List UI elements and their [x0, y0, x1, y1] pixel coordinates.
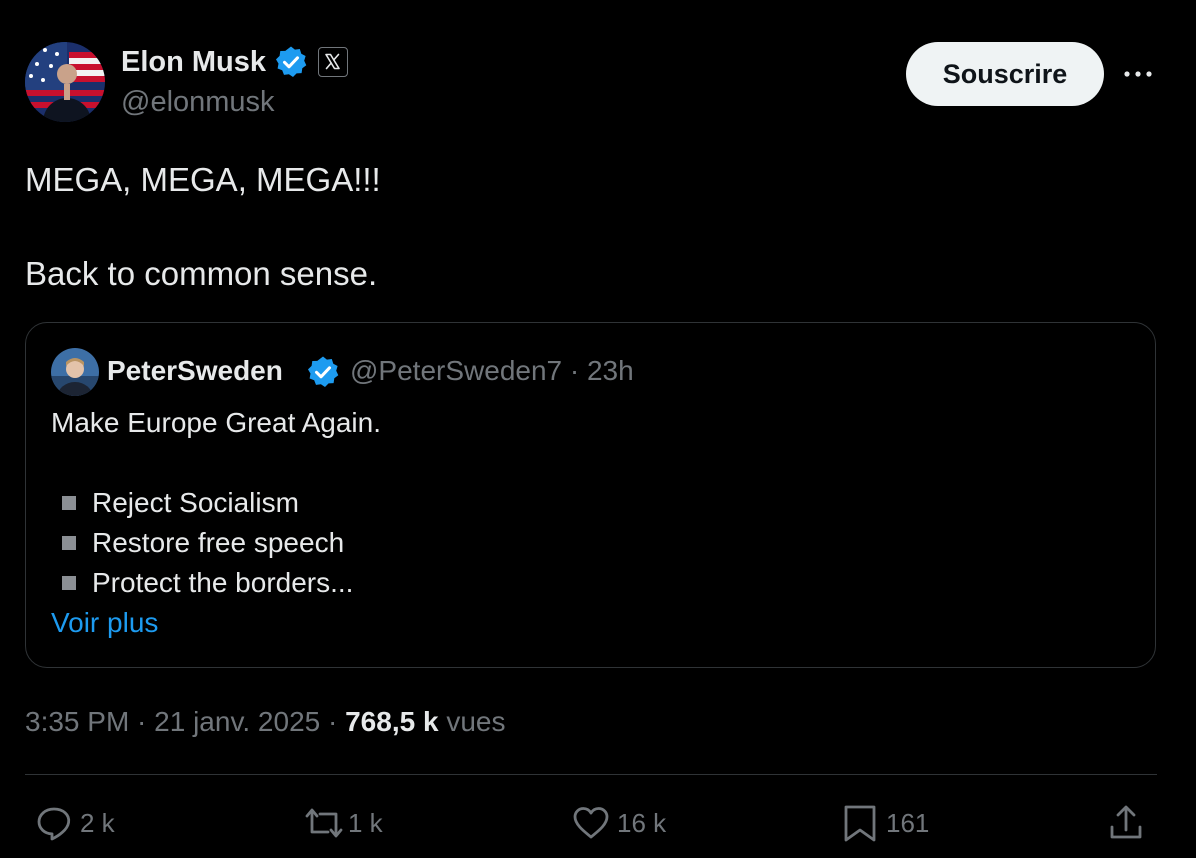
- author-avatar[interactable]: [25, 42, 105, 122]
- quote-text: Make Europe Great Again.: [51, 407, 381, 438]
- like-button[interactable]: 16 k: [571, 800, 666, 846]
- quote-author-name[interactable]: PeterSweden: [107, 354, 283, 388]
- repost-button[interactable]: 1 k: [302, 800, 383, 846]
- x-logo-icon: [318, 47, 348, 77]
- bookmark-icon: [840, 803, 880, 843]
- share-icon: [1106, 803, 1146, 843]
- verified-badge-icon[interactable]: [274, 45, 308, 79]
- quote-handle-time[interactable]: @PeterSweden7 · 23h: [350, 354, 634, 388]
- see-more-link[interactable]: Voir plus: [51, 605, 158, 641]
- reply-count: 2 k: [80, 807, 115, 838]
- author-handle[interactable]: @elonmusk: [121, 84, 275, 120]
- quote-bullet: Restore free speech: [62, 523, 344, 563]
- tweet-text-line: Back to common sense.: [25, 255, 378, 292]
- bullet-square-icon: [62, 496, 76, 510]
- repost-count: 1 k: [348, 807, 383, 838]
- quote-bullet-text: Protect the borders...: [92, 567, 354, 598]
- divider: [25, 774, 1157, 775]
- subscribe-button[interactable]: Souscrire: [906, 42, 1104, 106]
- like-count: 16 k: [617, 807, 667, 838]
- bookmark-count: 161: [886, 807, 930, 838]
- author-name[interactable]: Elon Musk: [121, 44, 266, 80]
- quote-bullet: Reject Socialism: [62, 483, 299, 523]
- heart-icon: [571, 803, 611, 843]
- tweet-text-line: MEGA, MEGA, MEGA!!!: [25, 161, 381, 198]
- views-label: vues: [446, 706, 506, 737]
- repost-icon: [302, 803, 343, 843]
- tweet-timestamp[interactable]: 3:35 PM · 21 janv. 2025 ·: [25, 706, 345, 737]
- tweet-meta: 3:35 PM · 21 janv. 2025 · 768,5 k vues: [25, 704, 505, 740]
- reply-button[interactable]: 2 k: [34, 800, 115, 846]
- view-count: 768,5 k: [345, 706, 439, 737]
- quote-author-avatar[interactable]: [51, 348, 99, 396]
- reply-icon: [34, 803, 74, 843]
- quote-bullet-text: Reject Socialism: [92, 487, 299, 518]
- quote-bullet: Protect the borders...: [62, 563, 353, 603]
- bullet-square-icon: [62, 536, 76, 550]
- bookmark-button[interactable]: 161: [840, 800, 929, 846]
- verified-badge-icon[interactable]: [306, 355, 340, 389]
- quote-bullet-text: Restore free speech: [92, 527, 345, 558]
- share-button[interactable]: [1106, 800, 1146, 846]
- bullet-square-icon: [62, 576, 76, 590]
- more-dots-icon[interactable]: [1121, 60, 1155, 88]
